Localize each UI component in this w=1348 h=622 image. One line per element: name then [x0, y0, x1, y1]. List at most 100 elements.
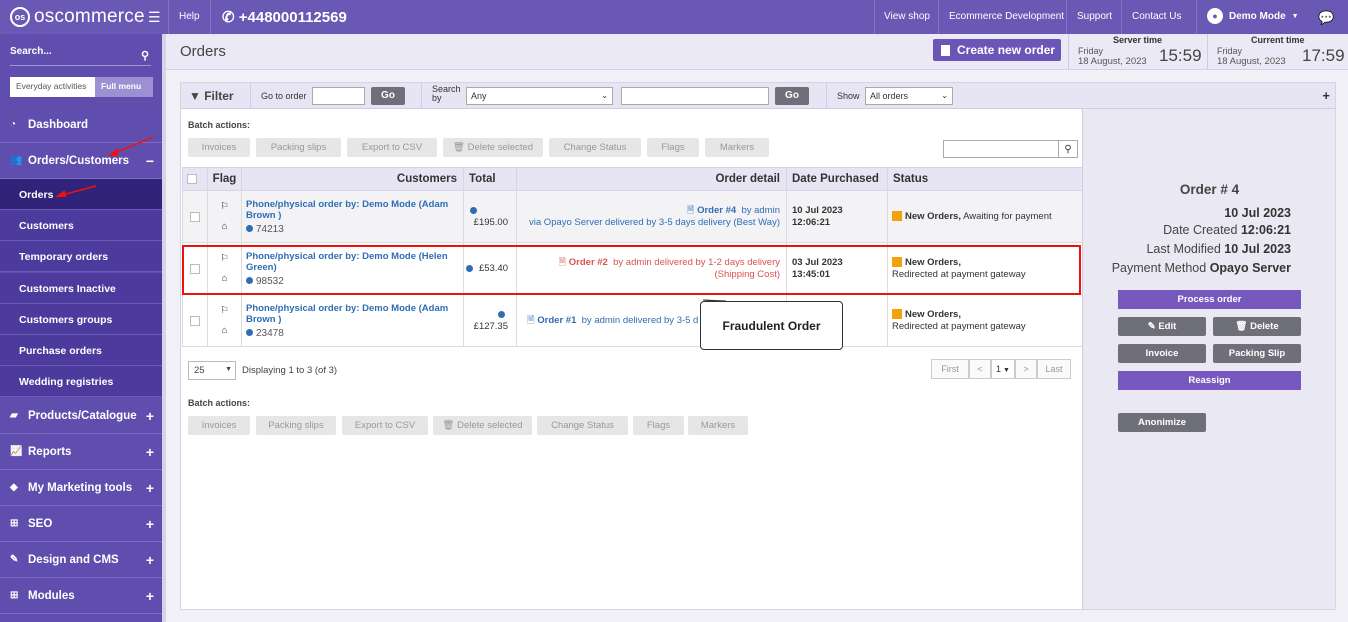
- col-order-detail[interactable]: Order detail: [516, 167, 787, 191]
- next-page-button[interactable]: >: [1015, 359, 1037, 379]
- sidebar-subitem-purchase-orders[interactable]: Purchase orders: [0, 335, 162, 366]
- info-icon[interactable]: [466, 264, 474, 272]
- search-icon[interactable]: ⚲: [141, 49, 149, 62]
- col-flag[interactable]: Flag: [207, 167, 242, 191]
- filter-toggle[interactable]: ▼ Filter: [189, 89, 234, 103]
- sidebar-subitem-customers-groups[interactable]: Customers groups: [0, 304, 162, 335]
- order-link[interactable]: Order #1: [537, 315, 576, 326]
- marker-tag-icon[interactable]: ⌂: [208, 217, 241, 237]
- process-order-button[interactable]: Process order: [1118, 290, 1301, 309]
- prev-page-button[interactable]: <: [969, 359, 991, 379]
- ecommerce-development-link[interactable]: Ecommerce Development: [949, 11, 1064, 22]
- search-by-select[interactable]: Any ⌄: [466, 87, 613, 105]
- user-menu[interactable]: ● Demo Mode ▼: [1207, 8, 1299, 24]
- customer-name[interactable]: Phone/physical order by: Demo Mode (Adam: [246, 199, 448, 210]
- contact-us-link[interactable]: Contact Us: [1132, 11, 1181, 22]
- expand-icon[interactable]: +: [146, 444, 154, 460]
- sidebar-subitem-orders[interactable]: Orders: [0, 179, 162, 210]
- customer-name[interactable]: Phone/physical order by: Demo Mode (Hele…: [246, 251, 448, 262]
- support-link[interactable]: Support: [1077, 11, 1112, 22]
- go-to-order-button[interactable]: Go: [371, 87, 405, 105]
- customer-name[interactable]: Phone/physical order by: Demo Mode (Adam: [246, 303, 448, 314]
- row-checkbox[interactable]: [190, 211, 200, 222]
- expand-icon[interactable]: +: [146, 552, 154, 568]
- sidebar-subitem-temporary-orders[interactable]: Temporary orders: [0, 241, 162, 272]
- anonimize-button[interactable]: Anonimize: [1118, 413, 1206, 432]
- sidebar-item-products-catalogue[interactable]: ▰ Products/Catalogue +: [0, 398, 162, 434]
- tab-full-menu[interactable]: Full menu: [95, 77, 153, 97]
- row-checkbox[interactable]: [190, 263, 200, 274]
- sidebar-subitem-customers[interactable]: Customers: [0, 210, 162, 241]
- brand-logo[interactable]: os oscommerce: [10, 6, 145, 28]
- batch-export-csv-button-bottom[interactable]: Export to CSV: [342, 416, 428, 435]
- batch-delete-selected-button[interactable]: 🗑 Delete selected: [443, 138, 543, 157]
- expand-icon[interactable]: +: [146, 480, 154, 496]
- hamburger-menu-icon[interactable]: ☰: [148, 9, 161, 26]
- packing-slip-button[interactable]: Packing Slip: [1213, 344, 1301, 363]
- batch-invoices-button-bottom[interactable]: Invoices: [188, 416, 250, 435]
- batch-markers-button[interactable]: Markers: [705, 138, 769, 157]
- row-checkbox[interactable]: [190, 315, 200, 326]
- flag-icon[interactable]: ⚐: [208, 301, 241, 321]
- chat-icon[interactable]: 💬: [1318, 10, 1334, 26]
- batch-export-csv-button[interactable]: Export to CSV: [347, 138, 437, 157]
- info-icon[interactable]: [498, 311, 505, 319]
- batch-delete-selected-button-bottom[interactable]: 🗑 Delete selected: [433, 416, 532, 435]
- expand-filter-icon[interactable]: +: [1322, 88, 1330, 103]
- col-customers[interactable]: Customers: [241, 167, 464, 191]
- delete-order-button[interactable]: 🗑 Delete: [1213, 317, 1301, 336]
- batch-flags-button[interactable]: Flags: [647, 138, 699, 157]
- col-total[interactable]: Total: [463, 167, 517, 191]
- col-date-purchased[interactable]: Date Purchased: [786, 167, 888, 191]
- last-page-button[interactable]: Last: [1037, 359, 1071, 379]
- batch-markers-button-bottom[interactable]: Markers: [688, 416, 748, 435]
- sidebar-item-marketing-tools[interactable]: ◆ My Marketing tools +: [0, 470, 162, 506]
- view-shop-link[interactable]: View shop: [884, 11, 930, 22]
- collapse-icon[interactable]: −: [146, 153, 154, 169]
- sidebar-item-seo[interactable]: ⊞ SEO +: [0, 506, 162, 542]
- sidebar-subitem-wedding-registries[interactable]: Wedding registries: [0, 366, 162, 397]
- create-new-order-button[interactable]: Create new order: [933, 39, 1061, 61]
- marker-tag-icon[interactable]: ⌂: [208, 269, 241, 289]
- order-link[interactable]: Order #4: [697, 205, 736, 216]
- reassign-button[interactable]: Reassign: [1118, 371, 1301, 390]
- table-row[interactable]: ⚐ ⌂ Phone/physical order by: Demo Mode (A…: [182, 294, 1083, 347]
- col-status[interactable]: Status: [887, 167, 1083, 191]
- help-link[interactable]: Help: [179, 11, 200, 22]
- tab-everyday-activities[interactable]: Everyday activities: [10, 77, 95, 97]
- table-search-input[interactable]: ⚲: [943, 140, 1078, 158]
- sidebar-item-reports[interactable]: 📈 Reports +: [0, 434, 162, 470]
- batch-change-status-button-bottom[interactable]: Change Status: [537, 416, 628, 435]
- show-select[interactable]: All orders ⌄: [865, 87, 953, 105]
- flag-icon[interactable]: ⚐: [208, 249, 241, 269]
- search-go-button[interactable]: Go: [775, 87, 809, 105]
- flag-icon[interactable]: ⚐: [208, 197, 241, 217]
- first-page-button[interactable]: First: [931, 359, 969, 379]
- expand-icon[interactable]: +: [146, 516, 154, 532]
- per-page-select[interactable]: 25 ▼: [188, 361, 236, 380]
- customer-name-cont[interactable]: Green): [246, 262, 277, 273]
- batch-flags-button-bottom[interactable]: Flags: [633, 416, 684, 435]
- table-row[interactable]: ⚐ ⌂ Phone/physical order by: Demo Mode (A…: [182, 190, 1083, 243]
- sidebar-item-orders-customers[interactable]: 👥 Orders/Customers −: [0, 143, 162, 179]
- edit-order-button[interactable]: ✎ Edit: [1118, 317, 1206, 336]
- search-icon[interactable]: ⚲: [1058, 140, 1078, 158]
- sidebar-item-design-cms[interactable]: ✎ Design and CMS +: [0, 542, 162, 578]
- batch-packing-slips-button-bottom[interactable]: Packing slips: [256, 416, 336, 435]
- sidebar-item-dashboard[interactable]: ◔ Dashboard: [0, 107, 162, 143]
- sidebar-scrollbar[interactable]: [162, 34, 166, 622]
- order-link[interactable]: Order #2: [569, 257, 608, 268]
- expand-icon[interactable]: +: [146, 408, 154, 424]
- batch-packing-slips-button[interactable]: Packing slips: [256, 138, 341, 157]
- customer-name-cont[interactable]: Brown ): [246, 314, 281, 325]
- search-text-input[interactable]: [621, 87, 769, 105]
- sidebar-subitem-customers-inactive[interactable]: Customers Inactive: [0, 273, 162, 304]
- batch-invoices-button[interactable]: Invoices: [188, 138, 250, 157]
- phone-number[interactable]: ✆ +448000112569: [222, 8, 347, 26]
- customer-name-cont[interactable]: Brown ): [246, 210, 281, 221]
- page-select[interactable]: 1 ▼: [991, 359, 1015, 379]
- go-to-order-input[interactable]: [312, 87, 365, 105]
- sidebar-search[interactable]: Search... ⚲: [10, 44, 151, 66]
- invoice-button[interactable]: Invoice: [1118, 344, 1206, 363]
- select-all-checkbox[interactable]: [187, 174, 197, 184]
